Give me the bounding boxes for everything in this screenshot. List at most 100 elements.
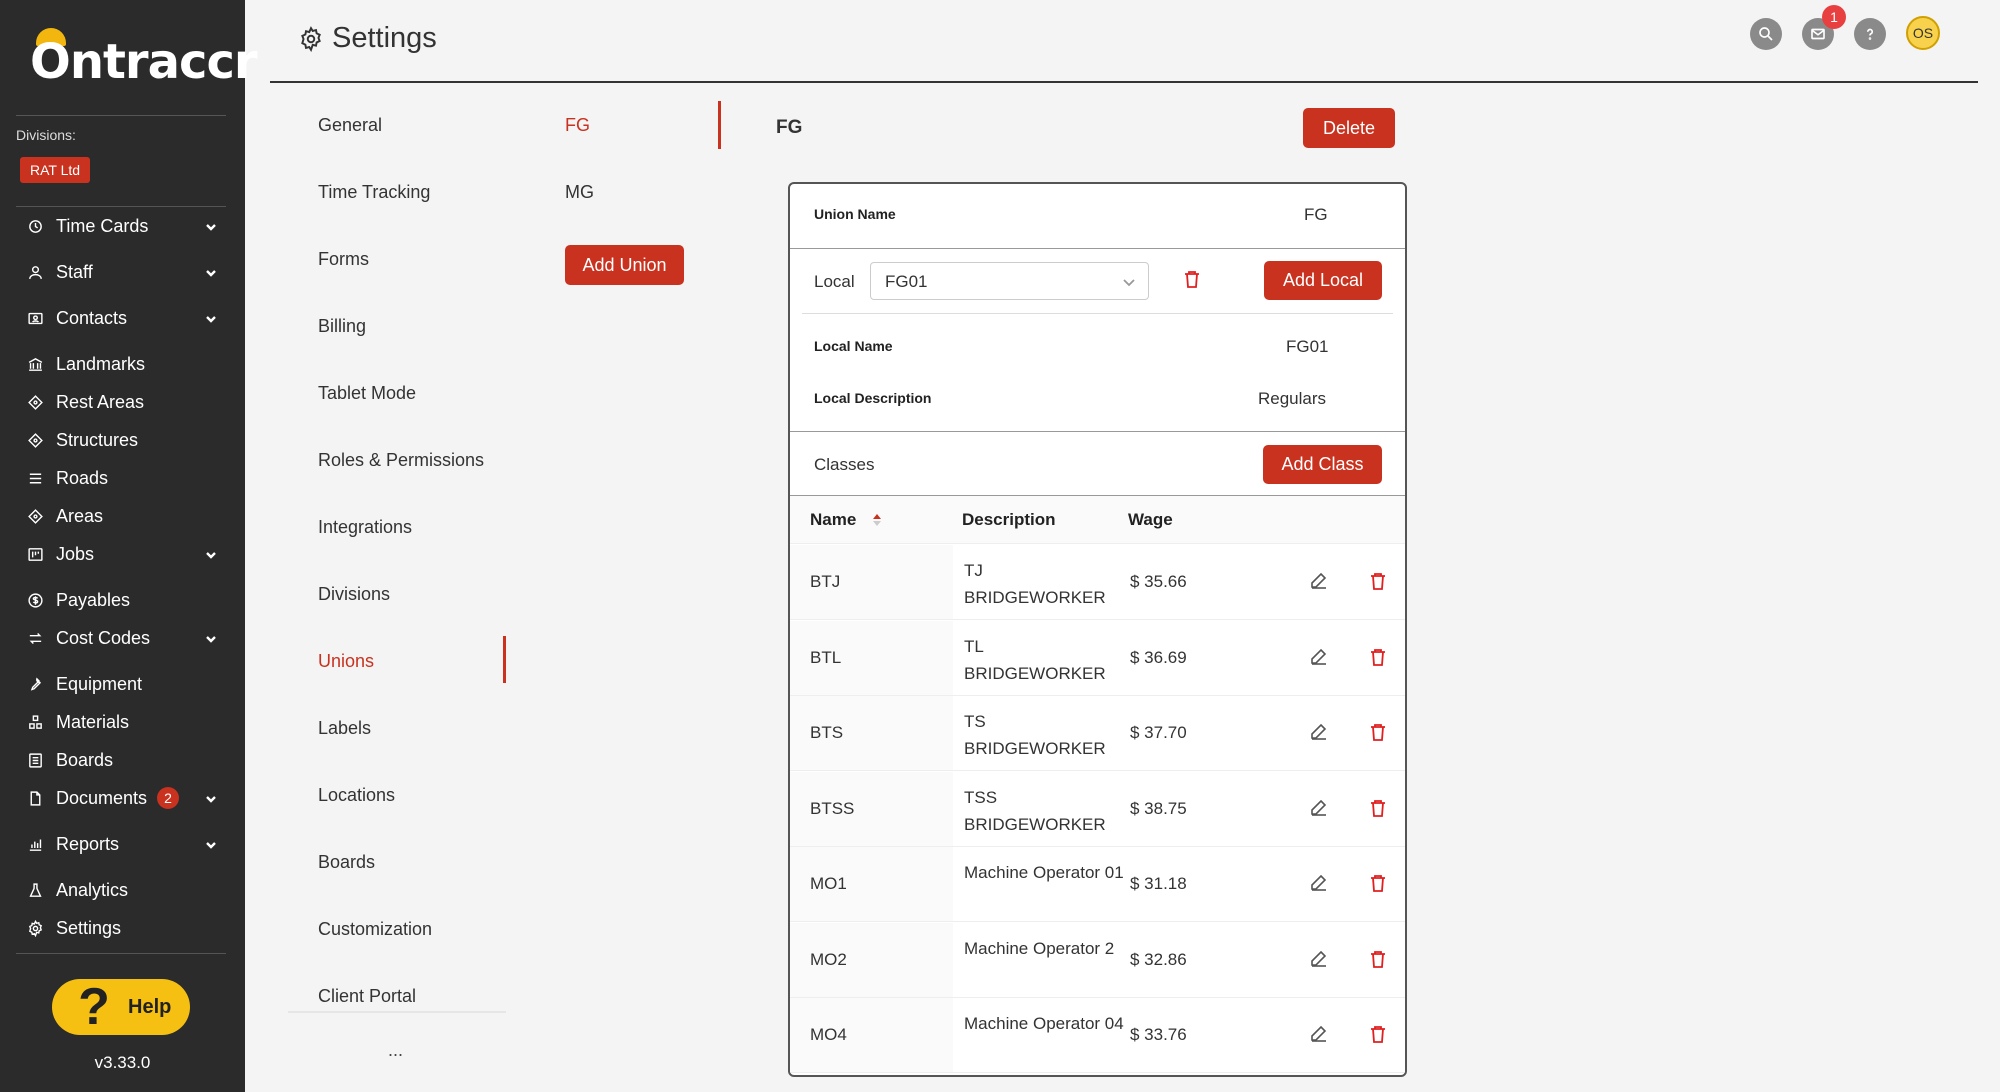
- sidebar-item-jobs[interactable]: Jobs: [26, 539, 226, 569]
- sidebar-item-structures[interactable]: Structures: [26, 425, 226, 455]
- diamond-icon: [26, 431, 44, 449]
- settings-menu-item-integrations[interactable]: Integrations: [318, 517, 412, 538]
- list-box-icon: [26, 751, 44, 769]
- delete-class-button[interactable]: [1370, 950, 1390, 970]
- settings-menu-item-forms[interactable]: Forms: [318, 249, 369, 270]
- bar-chart-icon: [26, 835, 44, 853]
- delete-union-button[interactable]: Delete: [1303, 108, 1395, 148]
- sidebar-item-cost-codes[interactable]: Cost Codes: [26, 623, 226, 653]
- sidebar-item-areas[interactable]: Areas: [26, 501, 226, 531]
- settings-menu-item-locations[interactable]: Locations: [318, 785, 395, 806]
- sidebar-item-equipment[interactable]: Equipment: [26, 669, 226, 699]
- sidebar-item-label: Settings: [56, 917, 122, 938]
- delete-class-button[interactable]: [1370, 799, 1390, 819]
- settings-menu-item-billing[interactable]: Billing: [318, 316, 366, 337]
- delete-local-button[interactable]: [1184, 270, 1200, 293]
- app-logo[interactable]: Ontraccr: [30, 28, 258, 90]
- settings-menu-item-general[interactable]: General: [318, 115, 382, 136]
- class-description: Machine Operator 04: [964, 1014, 1124, 1033]
- settings-menu-item-labels[interactable]: Labels: [318, 718, 371, 739]
- help-center-button[interactable]: [1854, 18, 1886, 50]
- sort-ascending-icon[interactable]: [872, 513, 882, 527]
- sidebar-item-payables[interactable]: Payables: [26, 585, 226, 615]
- chevron-down-icon[interactable]: [204, 790, 218, 804]
- sidebar-item-label: Time Cards: [56, 215, 149, 236]
- trash-icon: [1371, 573, 1385, 590]
- classes-table-header: Name Description Wage: [790, 496, 1405, 544]
- chevron-down-icon[interactable]: [204, 836, 218, 850]
- settings-menu-more[interactable]: ...: [388, 1040, 403, 1061]
- chevron-down-icon[interactable]: [204, 264, 218, 278]
- trash-icon: [1185, 271, 1199, 288]
- settings-menu-item-time-tracking[interactable]: Time Tracking: [318, 182, 430, 203]
- settings-menu-item-divisions[interactable]: Divisions: [318, 584, 390, 605]
- sidebar-item-reports[interactable]: Reports: [26, 829, 226, 859]
- sidebar-item-roads[interactable]: Roads: [26, 463, 226, 493]
- local-name-value: FG01: [1286, 337, 1329, 356]
- sidebar-item-settings[interactable]: Settings: [26, 913, 226, 943]
- help-button[interactable]: ? Help: [52, 979, 190, 1035]
- class-name: MO1: [810, 874, 847, 893]
- edit-class-button[interactable]: [1310, 572, 1330, 592]
- user-avatar[interactable]: OS: [1906, 16, 1940, 50]
- chevron-down-icon[interactable]: [204, 310, 218, 324]
- sidebar-item-label: Roads: [56, 467, 109, 488]
- sidebar-item-materials[interactable]: Materials: [26, 707, 226, 737]
- delete-class-button[interactable]: [1370, 723, 1390, 743]
- edit-class-button[interactable]: [1310, 874, 1330, 894]
- sidebar-item-documents[interactable]: Documents 2: [26, 783, 226, 813]
- chevron-down-icon[interactable]: [204, 630, 218, 644]
- bank-icon: [26, 355, 44, 373]
- settings-menu-item-tablet-mode[interactable]: Tablet Mode: [318, 383, 416, 404]
- local-label: Local: [814, 272, 855, 291]
- edit-class-button[interactable]: [1310, 723, 1330, 743]
- sidebar-divider: [16, 953, 226, 954]
- add-local-button[interactable]: Add Local: [1264, 261, 1382, 300]
- sidebar-divider: [16, 115, 226, 116]
- local-select[interactable]: FG01: [870, 262, 1149, 300]
- header-divider: [270, 81, 1978, 83]
- settings-menu-item-boards[interactable]: Boards: [318, 852, 375, 873]
- edit-class-button[interactable]: [1310, 799, 1330, 819]
- edit-class-button[interactable]: [1310, 1025, 1330, 1045]
- sidebar-item-label: Materials: [56, 711, 130, 732]
- column-header-wage: Wage: [1128, 510, 1173, 529]
- local-name-label: Local Name: [814, 338, 893, 354]
- sidebar-item-boards[interactable]: Boards: [26, 745, 226, 775]
- gear-icon: [301, 25, 321, 52]
- delete-class-button[interactable]: [1370, 572, 1390, 592]
- flask-icon: [26, 881, 44, 899]
- settings-menu-item-unions[interactable]: Unions: [318, 651, 374, 672]
- trash-icon: [1371, 875, 1385, 892]
- delete-class-button[interactable]: [1370, 1025, 1390, 1045]
- sidebar-item-analytics[interactable]: Analytics: [26, 875, 226, 905]
- chevron-down-icon[interactable]: [204, 546, 218, 560]
- sidebar-item-rest-areas[interactable]: Rest Areas: [26, 387, 226, 417]
- settings-menu-item-customization[interactable]: Customization: [318, 919, 432, 940]
- edit-class-button[interactable]: [1310, 648, 1330, 668]
- class-description: TL BRIDGEWORKER: [964, 636, 1106, 683]
- sidebar-item-staff[interactable]: Staff: [26, 257, 226, 287]
- search-button[interactable]: [1750, 18, 1782, 50]
- sidebar-item-time-cards[interactable]: Time Cards: [26, 211, 226, 241]
- column-header-name[interactable]: Name: [810, 510, 856, 530]
- class-wage: $ 31.18: [1130, 874, 1187, 893]
- sidebar-item-contacts[interactable]: Contacts: [26, 303, 226, 333]
- union-item-fg[interactable]: FG: [565, 115, 590, 136]
- edit-class-button[interactable]: [1310, 950, 1330, 970]
- add-class-button[interactable]: Add Class: [1263, 445, 1382, 484]
- settings-menu-item-client-portal[interactable]: Client Portal: [318, 986, 416, 1007]
- union-item-mg[interactable]: MG: [565, 182, 594, 203]
- delete-class-button[interactable]: [1370, 874, 1390, 894]
- chevron-down-icon[interactable]: [204, 218, 218, 232]
- delete-class-button[interactable]: [1370, 648, 1390, 668]
- table-row: BTSS TSS BRIDGEWORKER $ 38.75: [790, 771, 1405, 847]
- sidebar-item-landmarks[interactable]: Landmarks: [26, 349, 226, 379]
- division-badge[interactable]: RAT Ltd: [20, 157, 91, 183]
- settings-menu-item-roles-permissions[interactable]: Roles & Permissions: [318, 450, 484, 471]
- add-union-button[interactable]: Add Union: [565, 245, 684, 285]
- classes-label: Classes: [814, 455, 875, 474]
- class-description: TJ BRIDGEWORKER: [964, 561, 1106, 607]
- union-name-value: FG: [1304, 205, 1328, 224]
- class-name: BTJ: [810, 572, 841, 591]
